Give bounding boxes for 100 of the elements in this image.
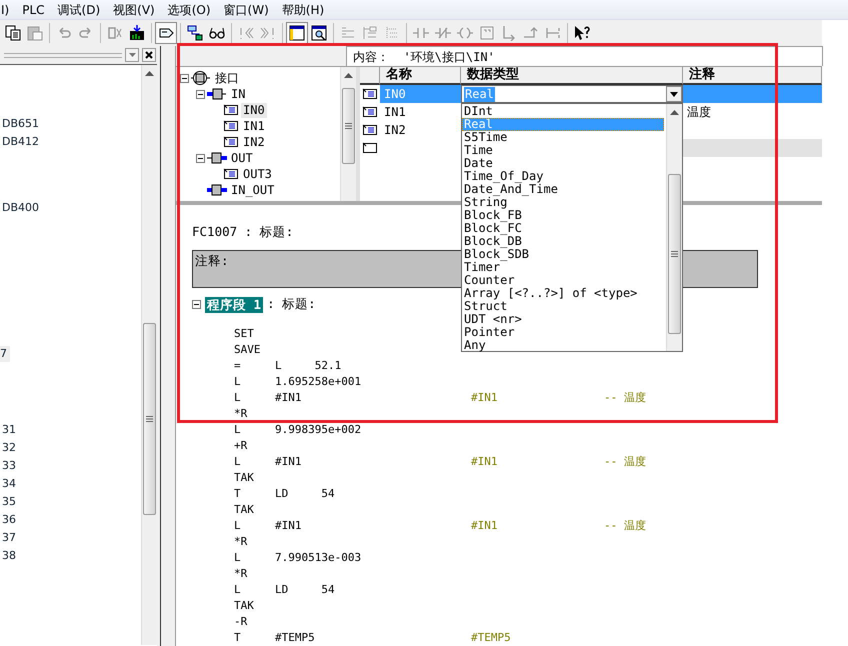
download-icon — [129, 25, 145, 41]
previous-icon — [238, 25, 254, 41]
list-item[interactable]: 32 — [0, 441, 16, 454]
scrollbar-thumb[interactable] — [668, 174, 681, 334]
dropdown-option[interactable]: Pointer — [462, 326, 666, 339]
dropdown-option[interactable]: Block_SDB — [462, 248, 666, 261]
dropdown-option[interactable]: DInt — [462, 105, 666, 118]
minus-icon — [194, 302, 199, 307]
input-output-icon — [207, 183, 227, 197]
minus-icon — [198, 156, 203, 160]
next-icon — [260, 25, 276, 41]
operand: #TEMP5 — [275, 631, 315, 644]
scrollbar[interactable] — [141, 65, 157, 645]
scroll-up-icon[interactable] — [344, 73, 353, 78]
tree-item[interactable]: IN — [229, 86, 248, 102]
tree-item[interactable]: IN_OUT — [229, 182, 276, 198]
network-icon — [187, 25, 203, 41]
operand: LD 54 — [275, 583, 335, 596]
dropdown-option[interactable]: Counter — [462, 274, 666, 287]
list-item[interactable]: 36 — [0, 513, 16, 526]
expander[interactable] — [196, 90, 205, 98]
dropdown-option[interactable]: String — [462, 196, 666, 209]
table-cell: IN0 — [380, 85, 461, 103]
list-item[interactable]: 35 — [0, 495, 16, 508]
toolbar-button[interactable] — [286, 22, 308, 44]
operand: 9.998395e+002 — [275, 423, 362, 436]
glasses-icon — [209, 25, 225, 41]
list-item[interactable]: DB651 — [0, 117, 40, 130]
dropdown-option[interactable]: Array [<?..?>] of <type> — [462, 287, 666, 300]
grip-icon — [146, 416, 153, 422]
toolbar-button[interactable] — [155, 22, 177, 44]
list-item[interactable]: 34 — [0, 477, 16, 490]
branch-open-icon — [501, 25, 517, 41]
menu-item[interactable]: 视图(V) — [107, 0, 162, 20]
scrollbar-thumb[interactable] — [342, 88, 355, 164]
scrollbar[interactable] — [340, 67, 356, 201]
scrollbar[interactable] — [666, 104, 682, 351]
tree-item[interactable]: OUT3 — [241, 166, 274, 182]
expander[interactable] — [180, 74, 189, 82]
menu-item[interactable]: 选项(O) — [162, 0, 218, 20]
expander[interactable] — [196, 154, 205, 162]
operand: 1.695258e+001 — [275, 375, 362, 388]
instruction: T — [234, 631, 241, 644]
clipboard-icon — [27, 25, 43, 41]
chip-icon — [107, 25, 123, 41]
dropdown-option[interactable]: Block_DB — [462, 235, 666, 248]
menu-item[interactable]: 调试(D) — [52, 0, 108, 20]
scrollbar-thumb[interactable] — [143, 323, 156, 515]
list-item[interactable]: DB412 — [0, 135, 40, 148]
menu-item[interactable]: 窗口(W) — [218, 0, 276, 20]
list-item[interactable]: 38 — [0, 549, 16, 562]
dropdown-option[interactable]: S5Time — [462, 131, 666, 144]
parameter-icon — [362, 123, 378, 137]
zoom-window-icon — [311, 25, 327, 41]
parameter-icon — [223, 135, 239, 149]
dropdown-option[interactable]: Time_Of_Day — [462, 170, 666, 183]
dropdown-option[interactable]: Block_FC — [462, 222, 666, 235]
tree-item[interactable]: 接口 — [213, 70, 241, 86]
dropdown-button[interactable] — [125, 48, 139, 62]
instruction: +R — [234, 439, 248, 452]
tree-item[interactable]: OUT — [229, 150, 255, 166]
instruction: L — [234, 551, 241, 564]
dropdown-option[interactable]: Date_And_Time — [462, 183, 666, 196]
list-item[interactable]: 37 — [0, 531, 16, 544]
network-label[interactable]: 程序段 1 — [205, 296, 264, 312]
tree-item[interactable]: IN2 — [241, 134, 267, 150]
operand: #IN1 — [275, 519, 302, 532]
menu-item[interactable]: PLC — [16, 0, 52, 20]
tree-item[interactable]: IN0 — [241, 102, 267, 118]
column-header[interactable]: 数据类型 — [461, 67, 683, 85]
dropdown-option[interactable]: Struct — [462, 300, 666, 313]
tree-item[interactable]: IN1 — [241, 118, 267, 134]
scroll-up-icon[interactable] — [670, 110, 679, 115]
menu-item[interactable]: I) — [0, 0, 16, 20]
list-item[interactable]: 33 — [0, 459, 16, 472]
instruction: L — [234, 519, 241, 532]
instruction: L — [234, 391, 241, 404]
instruction: *R — [234, 535, 248, 548]
grip-icon — [345, 123, 352, 129]
contact-icon — [413, 25, 429, 41]
dropdown-option[interactable]: Date — [462, 157, 666, 170]
dropdown-option[interactable]: Time — [462, 144, 666, 157]
dropdown-option[interactable]: Any — [462, 339, 666, 352]
list-item[interactable]: 31 — [0, 423, 16, 436]
dropdown-option[interactable]: UDT <nr> — [462, 313, 666, 326]
menu-item[interactable]: 帮助(H) — [276, 0, 332, 20]
symbol: #IN1 — [471, 519, 498, 532]
instruction: -R — [234, 615, 248, 628]
column-header[interactable]: 注释 — [683, 67, 822, 85]
dropdown-option[interactable]: Timer — [462, 261, 666, 274]
column-header[interactable]: 名称 — [380, 67, 461, 85]
close-button[interactable] — [142, 48, 156, 62]
scroll-up-icon[interactable] — [145, 71, 154, 76]
list-item[interactable]: 7 — [0, 346, 10, 362]
caret-icon — [670, 92, 678, 96]
caret-icon — [128, 53, 136, 57]
list-item[interactable]: DB400 — [0, 201, 40, 214]
dropdown-option[interactable]: Block_FB — [462, 209, 666, 222]
splitter[interactable] — [160, 46, 176, 646]
expander[interactable] — [192, 300, 201, 309]
